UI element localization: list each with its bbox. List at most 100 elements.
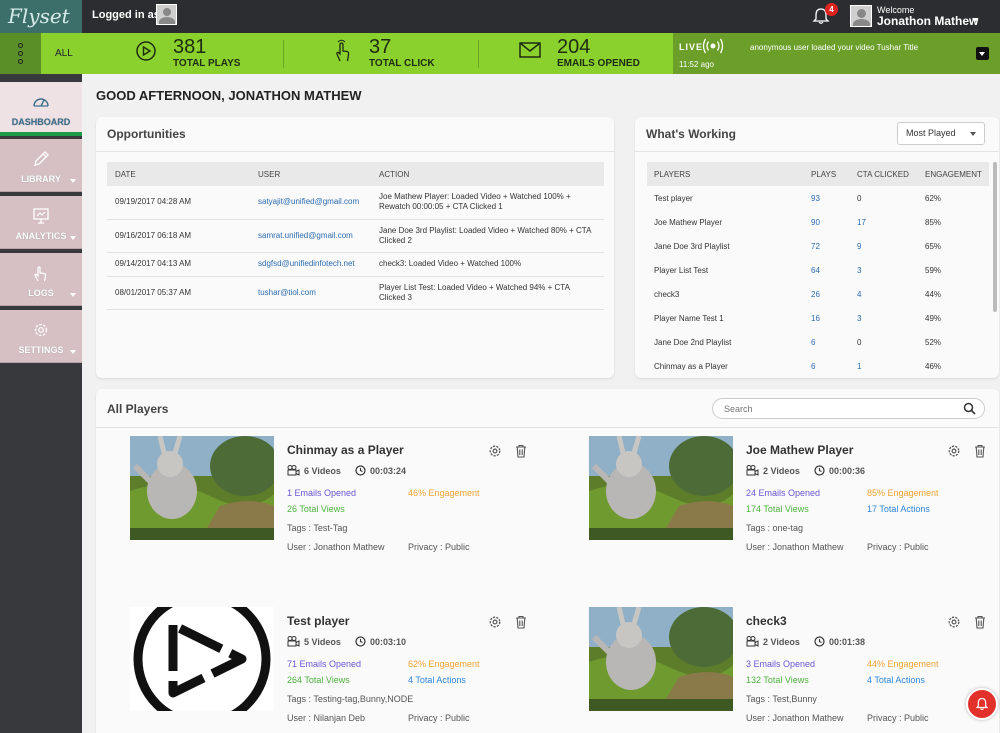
logged-in-avatar[interactable] [156, 4, 177, 25]
pencil-icon [34, 151, 49, 166]
user-avatar[interactable] [850, 5, 872, 27]
trash-icon[interactable] [514, 444, 528, 458]
total-click-value: 37 [369, 36, 392, 58]
row-plays[interactable]: 6 [804, 330, 850, 354]
row-plays[interactable]: 72 [804, 234, 850, 258]
gear-icon[interactable] [488, 615, 502, 629]
row-player: check3 [654, 289, 680, 299]
video-count: 5 Videos [287, 636, 341, 647]
video-thumbnail [130, 436, 274, 540]
total-actions: 4 Total Actions [867, 675, 925, 685]
active-indicator [0, 132, 82, 136]
player-thumbnail[interactable] [130, 607, 274, 711]
row-plays[interactable]: 93 [804, 186, 850, 210]
row-user-link[interactable]: tushar@tiol.com [250, 276, 371, 310]
sidebar-item-logs[interactable]: LOGS [0, 253, 82, 306]
player-thumbnail[interactable] [589, 436, 733, 540]
row-plays[interactable]: 16 [804, 306, 850, 330]
gear-icon[interactable] [947, 444, 961, 458]
emails-opened-stat: 204 EMAILS OPENED [519, 33, 669, 74]
emails-opened: 1 Emails Opened [287, 488, 357, 498]
user-menu-caret-icon[interactable] [972, 18, 978, 22]
col-action: ACTION [371, 162, 604, 186]
total-plays-value: 381 [173, 36, 207, 58]
chevron-down-icon [70, 179, 76, 183]
player-card: check3 2 Videos 00:01:38 3 Emails Opened 44%… [589, 607, 1000, 733]
trash-icon[interactable] [973, 615, 987, 629]
tags: Tags : one-tag [746, 523, 804, 533]
app-logo[interactable]: Flyset [0, 0, 82, 33]
emails-opened: 3 Emails Opened [746, 659, 816, 669]
table-row[interactable]: Player Name Test 1 16 3 49% [647, 306, 989, 330]
row-engagement: 46% [925, 361, 942, 371]
row-cta: 3 [857, 313, 862, 323]
sidebar-item-library[interactable]: LIBRARY [0, 139, 82, 192]
row-cta: 4 [857, 289, 862, 299]
player-name[interactable]: Test player [287, 614, 349, 628]
video-count: 6 Videos [287, 465, 341, 476]
gear-icon[interactable] [488, 444, 502, 458]
col-date: DATE [107, 162, 250, 186]
menu-toggle-button[interactable] [0, 33, 41, 74]
table-row[interactable]: Jane Doe 3rd Playlist 72 9 65% [647, 234, 989, 258]
player-name[interactable]: Chinmay as a Player [287, 443, 404, 457]
table-row: 09/16/2017 06:18 AM samrat.unified@gmail… [107, 219, 604, 253]
clock-icon [355, 636, 366, 647]
total-views: 132 Total Views [746, 675, 809, 685]
whats-working-scroll-area[interactable]: PLAYERS PLAYS CTA CLICKED ENGAGEMENT Tes… [647, 162, 989, 370]
table-row[interactable]: Joe Mathew Player 90 17 85% [647, 210, 989, 234]
table-row[interactable]: check3 26 4 44% [647, 282, 989, 306]
player-name[interactable]: check3 [746, 614, 787, 628]
engagement: 46% Engagement [408, 488, 480, 498]
trash-icon[interactable] [973, 444, 987, 458]
video-camera-icon [287, 636, 300, 647]
help-chat-button[interactable] [966, 688, 998, 720]
row-engagement: 62% [925, 193, 942, 203]
row-engagement: 65% [925, 241, 942, 251]
table-header-row: DATE USER ACTION [107, 162, 604, 186]
player-thumbnail[interactable] [130, 436, 274, 540]
gear-icon[interactable] [947, 615, 961, 629]
player-name[interactable]: Joe Mathew Player [746, 443, 853, 457]
trash-icon[interactable] [514, 615, 528, 629]
envelope-icon [519, 42, 541, 58]
sort-select[interactable]: Most Played [897, 122, 985, 145]
tags: Tags : Test-Tag [287, 523, 348, 533]
play-circle-icon [136, 41, 156, 61]
player-thumbnail[interactable] [589, 607, 733, 711]
sidebar-item-label: DASHBOARD [11, 117, 71, 127]
scrollbar[interactable] [993, 162, 997, 312]
sidebar-item-analytics[interactable]: ANALYTICS [0, 196, 82, 249]
row-date: 09/14/2017 04:13 AM [107, 252, 250, 277]
live-dropdown-button[interactable] [976, 47, 989, 60]
engagement: 62% Engagement [408, 659, 480, 669]
table-row[interactable]: Jane Doe 2nd Playlist 6 0 52% [647, 330, 989, 354]
whats-working-table: PLAYERS PLAYS CTA CLICKED ENGAGEMENT Tes… [647, 162, 989, 370]
video-thumbnail [589, 607, 733, 711]
row-user-link[interactable]: satyajit@unified@gmail.com [250, 186, 371, 220]
opportunities-table: DATE USER ACTION 09/19/2017 04:28 AM sat… [107, 162, 604, 310]
row-plays[interactable]: 64 [804, 258, 850, 282]
row-plays[interactable]: 26 [804, 282, 850, 306]
top-bar: Flyset Logged in as 4 Welcome Jonathon M… [0, 0, 1000, 33]
table-row[interactable]: Player List Test 64 3 59% [647, 258, 989, 282]
row-plays[interactable]: 90 [804, 210, 850, 234]
row-user-link[interactable]: samrat.unified@gmail.com [250, 219, 371, 253]
row-user-link[interactable]: sdgfsd@unifiedinfotech.net [250, 252, 371, 277]
row-action: Jane Doe 3rd Playlist: Loaded Video + Wa… [371, 219, 604, 253]
table-row[interactable]: Test player 93 0 62% [647, 186, 989, 210]
sidebar-item-settings[interactable]: SETTINGS [0, 310, 82, 363]
table-row[interactable]: Chinmay as a Player 6 1 46% [647, 354, 989, 371]
col-engagement: ENGAGEMENT [918, 162, 989, 186]
search-icon[interactable] [963, 402, 976, 415]
search-input[interactable] [712, 398, 985, 419]
user-name[interactable]: Jonathon Mathew [877, 14, 978, 28]
sidebar-item-dashboard[interactable]: DASHBOARD [0, 82, 82, 135]
live-label: LIVE [679, 42, 704, 52]
row-plays[interactable]: 6 [804, 354, 850, 371]
live-message[interactable]: anonymous user loaded your video Tushar … [750, 43, 918, 52]
privacy: Privacy : Public [867, 713, 929, 723]
row-engagement: 52% [925, 337, 942, 347]
row-player: Player List Test [654, 265, 709, 275]
filter-all-label[interactable]: ALL [55, 48, 73, 59]
